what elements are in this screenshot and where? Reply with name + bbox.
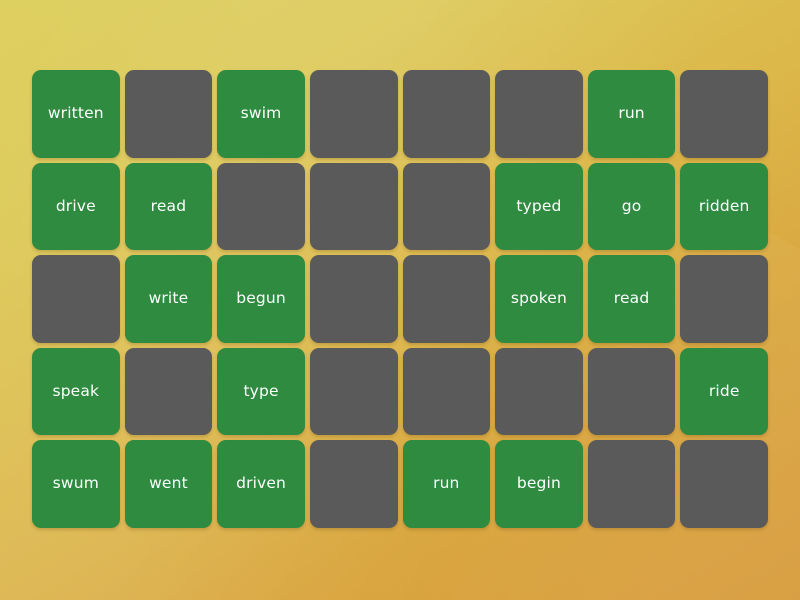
tile-face-up[interactable]: swum — [32, 440, 120, 528]
tile-label: begun — [236, 289, 286, 308]
tile-label: written — [47, 104, 104, 123]
tile-label: begin — [516, 474, 561, 493]
tile-face-up[interactable]: read — [124, 162, 213, 251]
tile-face-up[interactable]: run — [402, 440, 491, 528]
tile-face-down[interactable] — [217, 162, 305, 251]
tile-face-up[interactable]: driven — [217, 440, 305, 528]
tile-label: ridden — [698, 196, 750, 215]
tile-label: drive — [55, 196, 96, 215]
tile-face-down[interactable] — [402, 70, 491, 158]
tile-face-down[interactable] — [124, 70, 213, 158]
tile-face-down[interactable] — [402, 162, 491, 251]
tile-face-down[interactable] — [32, 255, 120, 343]
game-board-screen: written swim run drive read typed go ridden writ… — [0, 0, 800, 600]
tile-label: speak — [52, 381, 100, 400]
tile-face-down[interactable] — [495, 347, 583, 436]
tile-face-down[interactable] — [587, 440, 676, 528]
tile-label: ride — [708, 381, 740, 400]
tile-label: spoken — [510, 289, 567, 308]
tile-face-down[interactable] — [309, 70, 398, 158]
tile-face-up[interactable]: ridden — [680, 162, 768, 251]
tile-label: run — [433, 474, 460, 493]
tile-label: read — [150, 196, 187, 215]
tile-face-up[interactable]: swim — [217, 70, 305, 158]
tile-face-up[interactable]: begin — [495, 440, 583, 528]
tile-label: run — [618, 104, 645, 123]
tile-face-up[interactable]: ride — [680, 347, 768, 436]
tile-label: swum — [52, 474, 99, 493]
tile-face-up[interactable]: drive — [32, 162, 120, 251]
tile-face-down[interactable] — [495, 70, 583, 158]
tile-face-up[interactable]: run — [587, 70, 676, 158]
tile-face-down[interactable] — [124, 347, 213, 436]
tile-face-up[interactable]: go — [587, 162, 676, 251]
tile-face-up[interactable]: spoken — [495, 255, 583, 343]
matching-pairs-grid: written swim run drive read typed go ridden writ… — [32, 70, 768, 528]
tile-label: swim — [240, 104, 282, 123]
tile-face-down[interactable] — [402, 255, 491, 343]
tile-face-up[interactable]: written — [32, 70, 120, 158]
tile-face-up[interactable]: begun — [217, 255, 305, 343]
tile-face-up[interactable]: went — [124, 440, 213, 528]
tile-face-up[interactable]: write — [124, 255, 213, 343]
tile-face-down[interactable] — [309, 162, 398, 251]
tile-face-down[interactable] — [587, 347, 676, 436]
tile-label: go — [621, 196, 642, 215]
tile-face-down[interactable] — [309, 255, 398, 343]
tile-face-up[interactable]: read — [587, 255, 676, 343]
tile-label: driven — [236, 474, 287, 493]
tile-label: typed — [516, 196, 562, 215]
tile-label: went — [149, 474, 188, 493]
tile-label: type — [243, 381, 279, 400]
tile-face-down[interactable] — [680, 70, 768, 158]
tile-face-down[interactable] — [309, 347, 398, 436]
tile-face-down[interactable] — [402, 347, 491, 436]
tile-face-up[interactable]: type — [217, 347, 305, 436]
tile-face-down[interactable] — [680, 440, 768, 528]
tile-face-down[interactable] — [309, 440, 398, 528]
tile-face-down[interactable] — [680, 255, 768, 343]
tile-face-up[interactable]: speak — [32, 347, 120, 436]
tile-label: write — [148, 289, 189, 308]
tile-label: read — [613, 289, 650, 308]
tile-face-up[interactable]: typed — [495, 162, 583, 251]
